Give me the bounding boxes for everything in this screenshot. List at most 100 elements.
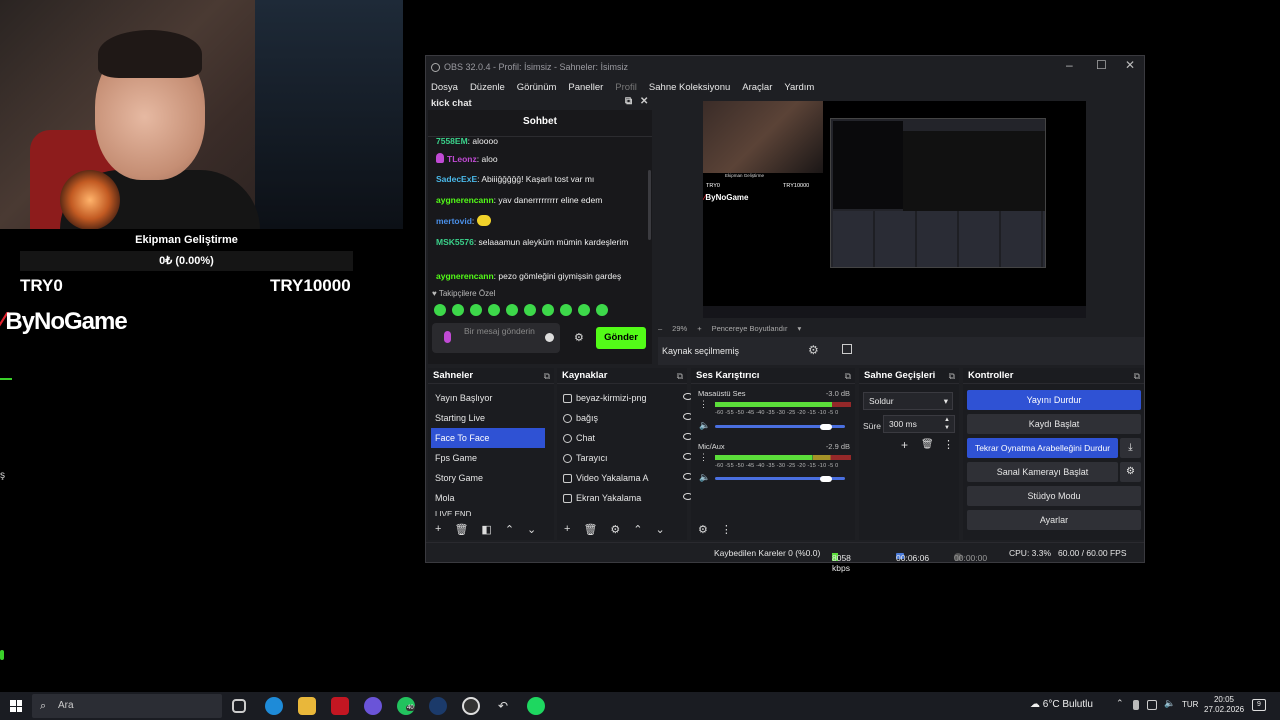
weather-widget[interactable]: ☁ 6°C Bulutlu xyxy=(1030,699,1093,710)
channel-menu-icon[interactable]: ⋮ xyxy=(699,452,708,463)
chevron-down-icon[interactable]: ▾ xyxy=(797,324,801,333)
add-icon[interactable]: + xyxy=(564,523,570,535)
advanced-audio-icon[interactable]: ⚙ xyxy=(698,523,708,536)
transition-select[interactable]: Soldur ▾ xyxy=(863,392,953,410)
add-icon[interactable]: + xyxy=(901,438,908,452)
move-down-icon[interactable]: ⌄ xyxy=(527,523,536,536)
gear-icon[interactable]: ⚙ xyxy=(1120,462,1141,482)
studio-mode-button[interactable]: Stüdyo Modu xyxy=(967,486,1141,506)
dock-float-icon[interactable]: ⧉ xyxy=(544,368,550,384)
zoom-in-icon[interactable]: + xyxy=(697,324,701,333)
menu-tools[interactable]: Araçlar xyxy=(742,82,772,93)
fit-to-window[interactable]: Pencereye Boyutlandır xyxy=(712,324,788,333)
source-item[interactable]: Chat xyxy=(563,428,707,448)
emote-icon[interactable] xyxy=(488,304,500,316)
discord-icon[interactable] xyxy=(364,697,382,715)
speaker-icon[interactable]: 🔈 xyxy=(699,472,710,483)
menu-docks[interactable]: Paneller xyxy=(568,82,603,93)
menu-file[interactable]: Dosya xyxy=(431,82,458,93)
dock-float-icon[interactable]: ⧉ xyxy=(949,368,955,384)
chat-scrollbar[interactable] xyxy=(648,170,651,240)
menu-edit[interactable]: Düzenle xyxy=(470,82,505,93)
source-item[interactable]: Ekran Yakalama xyxy=(563,488,707,508)
send-button[interactable]: Gönder xyxy=(596,327,646,349)
emote-icon[interactable] xyxy=(434,304,446,316)
scene-item[interactable]: Starting Live xyxy=(431,408,545,428)
emote-icon[interactable] xyxy=(560,304,572,316)
whatsapp-icon[interactable]: 40 xyxy=(397,697,415,715)
gear-icon[interactable]: ⚙ xyxy=(610,523,620,536)
source-item[interactable]: bağış xyxy=(563,408,707,428)
source-item[interactable]: Video Yakalama A xyxy=(563,468,707,488)
channel-menu-icon[interactable]: ⋮ xyxy=(699,399,708,410)
spinner-icon[interactable]: ▲ ▼ xyxy=(944,416,950,432)
emote-icon[interactable] xyxy=(452,304,464,316)
remove-icon[interactable]: 🗑 xyxy=(454,523,468,536)
duration-input[interactable]: 300 ms ▲ ▼ xyxy=(883,415,955,433)
emote-icon[interactable] xyxy=(578,304,590,316)
emoji-icon[interactable] xyxy=(545,333,554,342)
task-view-icon[interactable] xyxy=(232,699,246,713)
emote-icon[interactable] xyxy=(506,304,518,316)
mixer-menu-icon[interactable]: ⋮ xyxy=(721,523,732,536)
tray-expand-icon[interactable]: ⌃ xyxy=(1116,698,1126,708)
start-virtual-camera-button[interactable]: Sanal Kamerayı Başlat xyxy=(967,462,1118,482)
emote-icon[interactable] xyxy=(524,304,536,316)
remove-icon[interactable]: 🗑 xyxy=(921,439,934,450)
close-icon[interactable]: ✕ xyxy=(1125,58,1135,72)
zoom-out-icon[interactable]: – xyxy=(658,324,662,333)
emote-icon[interactable] xyxy=(596,304,608,316)
app-icon[interactable]: ↶ xyxy=(494,697,512,715)
program-preview[interactable]: Ekipman Geliştirme TRY0 TRY10000 ⁄ByNoGa… xyxy=(703,101,1086,318)
dock-float-icon[interactable]: ⧉ xyxy=(845,368,851,384)
minimize-icon[interactable]: – xyxy=(1066,58,1073,72)
scene-item-selected[interactable]: Face To Face xyxy=(431,428,545,448)
source-item[interactable]: beyaz-kirmizi-png xyxy=(563,388,707,408)
dock-float-icon[interactable]: ⧉ xyxy=(677,368,683,384)
obs-icon[interactable] xyxy=(462,697,480,715)
app-icon[interactable] xyxy=(331,697,349,715)
menu-help[interactable]: Yardım xyxy=(784,82,814,93)
network-icon[interactable] xyxy=(1147,700,1157,710)
notification-center[interactable]: 9 xyxy=(1252,699,1266,711)
edge-icon[interactable] xyxy=(265,697,283,715)
stop-stream-button[interactable]: Yayını Durdur xyxy=(967,390,1141,410)
microphone-icon[interactable] xyxy=(1133,700,1139,710)
chat-settings-icon[interactable]: ⚙ xyxy=(574,331,584,344)
remove-icon[interactable]: 🗑 xyxy=(583,523,597,536)
volume-slider-knob[interactable] xyxy=(820,424,832,430)
menu-profile[interactable]: Profil xyxy=(615,82,637,93)
steam-icon[interactable] xyxy=(429,697,447,715)
dock-float-icon[interactable]: ⧉ xyxy=(1134,368,1140,384)
filters-icon[interactable]: ◧ xyxy=(481,523,491,536)
file-explorer-icon[interactable] xyxy=(298,697,316,715)
chat-message-input[interactable]: Bir mesaj gönderin xyxy=(432,323,560,353)
scene-item[interactable]: Fps Game xyxy=(431,448,545,468)
float-dock-icon[interactable]: ⧉ xyxy=(625,96,632,107)
volume-slider-knob[interactable] xyxy=(820,476,832,482)
scene-item[interactable]: Mola xyxy=(431,488,545,508)
transition-menu-icon[interactable]: ⋮ xyxy=(943,438,954,451)
maximize-icon[interactable]: ☐ xyxy=(1096,58,1107,72)
move-up-icon[interactable]: ⌃ xyxy=(505,523,514,536)
emote-icon[interactable] xyxy=(542,304,554,316)
scene-item[interactable]: LIVE END xyxy=(431,508,545,516)
save-replay-icon[interactable]: ⤓ xyxy=(1120,438,1141,458)
start-button[interactable] xyxy=(10,700,22,712)
scene-item[interactable]: Story Game xyxy=(431,468,545,488)
add-icon[interactable]: + xyxy=(435,523,441,535)
spotify-icon[interactable] xyxy=(527,697,545,715)
start-recording-button[interactable]: Kaydı Başlat xyxy=(967,414,1141,434)
settings-button[interactable]: Ayarlar xyxy=(967,510,1141,530)
emote-icon[interactable] xyxy=(470,304,482,316)
speaker-icon[interactable]: 🔈 xyxy=(699,420,710,431)
clock[interactable]: 20:05 27.02.2026 xyxy=(1204,695,1244,715)
stop-replay-buffer-button[interactable]: Tekrar Oynatma Arabelleğini Durdur xyxy=(967,438,1118,458)
close-dock-icon[interactable]: ✕ xyxy=(640,96,648,107)
scene-item[interactable]: Yayın Başlıyor xyxy=(431,388,545,408)
menu-scene-collection[interactable]: Sahne Koleksiyonu xyxy=(649,82,730,93)
volume-icon[interactable]: 🔈 xyxy=(1164,698,1175,708)
source-filters-icon[interactable] xyxy=(842,344,852,354)
menu-view[interactable]: Görünüm xyxy=(517,82,557,93)
language-indicator[interactable]: TUR xyxy=(1182,700,1198,709)
